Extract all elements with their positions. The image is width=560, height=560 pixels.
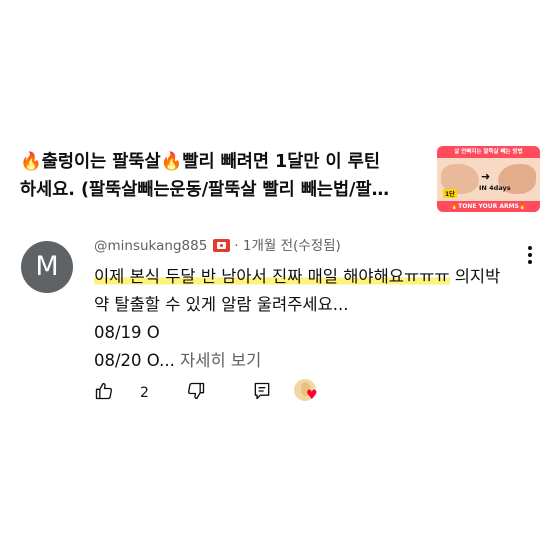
comment-body: @minsukang885 · 1개월 전(수정됨) 이제 본식 두달 반 남아서… — [94, 236, 524, 375]
meta-separator: · — [234, 238, 239, 254]
video-header[interactable]: 🔥출렁이는 팔뚝살🔥빨리 빼려면 1달만 이 루틴 하세요. (팔뚝살빼는운동/… — [20, 146, 540, 216]
thumbs-down-icon — [187, 382, 205, 400]
reply-comment-icon — [254, 382, 270, 400]
comment-text-rest: 의지박 — [449, 267, 501, 286]
thumbnail-footer: 🔥TONE YOUR ARMS🔥 — [437, 201, 540, 212]
like-count: 2 — [140, 385, 149, 401]
thumbnail-days: IN 4days — [479, 184, 511, 192]
video-thumbnail[interactable]: 살 안빠지는 팔뚝살 빼는 방법 ➜ IN 4days 1단 🔥TONE YOU… — [437, 146, 540, 212]
dislike-button[interactable] — [186, 381, 206, 405]
comment-highlight: 이제 본식 두달 반 남아서 진짜 매일 해야해요ㅠㅠㅠ — [94, 267, 450, 286]
comment-text-line-4-prefix: 08/20 O... — [94, 351, 175, 370]
comment-text-line-4: 08/20 O... 자세히 보기 — [94, 347, 524, 375]
creator-heart-icon: ♥ — [306, 388, 318, 403]
reply-button[interactable] — [252, 381, 272, 405]
comment-author[interactable]: @minsukang885 — [94, 238, 207, 254]
thumbnail-banner: 살 안빠지는 팔뚝살 빼는 방법 — [437, 146, 540, 158]
comment-time[interactable]: 1개월 전(수정됨) — [243, 238, 341, 254]
comment-text: 이제 본식 두달 반 남아서 진짜 매일 해야해요ㅠㅠㅠ 의지박 약 탈출할 수… — [94, 263, 524, 375]
comment-meta: @minsukang885 · 1개월 전(수정됨) — [94, 236, 524, 256]
avatar[interactable]: M — [21, 241, 73, 293]
thumbs-up-icon — [95, 382, 113, 400]
membership-badge-icon — [213, 239, 231, 252]
comment-actions: 2 ♥ — [94, 379, 354, 405]
comment-text-line-2: 약 탈출할 수 있게 알람 울려주세요... — [94, 295, 349, 314]
arrow-right-icon: ➜ — [481, 170, 491, 183]
creator-heart[interactable]: ♥ — [294, 379, 320, 405]
comment-text-line-1: 이제 본식 두달 반 남아서 진짜 매일 해야해요ㅠㅠㅠ 의지박 — [94, 263, 524, 291]
video-title-line-1: 🔥출렁이는 팔뚝살🔥빨리 빼려면 1달만 이 루틴 — [20, 152, 380, 172]
comment-text-line-3: 08/19 O — [94, 323, 160, 342]
thumbnail-step: 1단 — [443, 189, 457, 198]
like-button[interactable] — [94, 381, 114, 405]
video-title-line-2: 하세요. (팔뚝살빼는운동/팔뚝살 빨리 빼는법/팔… — [20, 180, 390, 200]
video-title[interactable]: 🔥출렁이는 팔뚝살🔥빨리 빼려면 1달만 이 루틴 하세요. (팔뚝살빼는운동/… — [20, 148, 425, 204]
read-more-link[interactable]: 자세히 보기 — [175, 351, 261, 370]
more-vert-icon[interactable] — [524, 246, 536, 266]
